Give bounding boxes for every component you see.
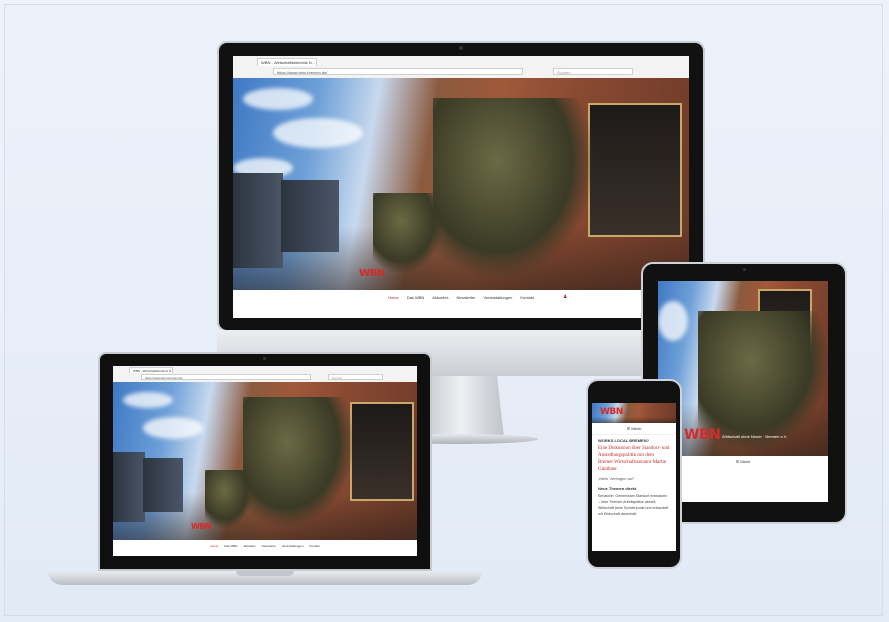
nav-item-veranstaltungen[interactable]: Veranstaltungen (282, 544, 304, 548)
url-bar[interactable]: https://www.wbn-bremen.de/ (141, 374, 311, 380)
browser-search-input[interactable]: Suchen (328, 374, 383, 380)
hero-image: WBN (233, 78, 689, 290)
brand-logo[interactable]: WBN (191, 522, 212, 531)
phone-screen: WBN ☰ Menü WORKS LOCAL BREMEN? Eine Disk… (592, 403, 676, 551)
camera-icon (743, 268, 746, 271)
user-icon[interactable]: ♟ (563, 294, 567, 300)
desktop-main-nav: Home Das WBN Aktuelles Newsletter Verans… (233, 290, 689, 304)
camera-icon (459, 46, 463, 50)
product-mockup-stage: WBN - Wirtschaftsbündnis N... https://ww… (0, 0, 889, 622)
phone-menu-button[interactable]: ☰ Menü (592, 423, 676, 435)
hero-image: WBN Wirtschaft ohne Neuer · Bremen e.V. (658, 281, 828, 456)
article-kicker: WORKS LOCAL BREMEN? (598, 438, 650, 443)
nav-item-newsletter[interactable]: Newsletter (262, 544, 276, 548)
laptop-browser-chrome: WBN - Wirtschaftsbündnis N... https://ww… (113, 366, 417, 383)
url-bar[interactable]: https://www.wbn-bremen.de/ (273, 68, 523, 75)
nav-item-kontakt[interactable]: Kontakt (310, 544, 320, 548)
tablet-menu-button[interactable]: ☰ Menü (658, 459, 828, 464)
laptop-main-nav: Home Das WBN Aktuelles Newsletter Verans… (113, 540, 417, 552)
camera-icon (263, 357, 266, 360)
laptop-notch (236, 571, 294, 576)
nav-item-das-wbn[interactable]: Das WBN (407, 295, 425, 300)
nav-item-newsletter[interactable]: Newsletter (457, 295, 476, 300)
nav-item-home[interactable]: Home (210, 544, 218, 548)
article-headline[interactable]: Eine Diskussion über Standort- und Ansie… (592, 445, 676, 473)
brand-tagline: Wirtschaft ohne Neuer · Bremen e.V. (722, 434, 788, 439)
article-subhead: Neue Themen direkt (598, 486, 637, 491)
browser-search-input[interactable]: Suchen (553, 68, 633, 75)
nav-item-aktuelles[interactable]: Aktuelles (432, 295, 448, 300)
article-quote: „Mehr Verfolgen an!“ (598, 476, 635, 481)
nav-item-home[interactable]: Home (388, 295, 399, 300)
laptop-screen: WBN - Wirtschaftsbündnis N... https://ww… (113, 366, 417, 556)
desktop-screen: WBN - Wirtschaftsbündnis N... https://ww… (233, 56, 689, 318)
brand-logo[interactable]: WBN (684, 427, 721, 443)
browser-tab[interactable]: WBN - Wirtschaftsbündnis N... (129, 367, 173, 373)
brand-logo[interactable]: WBN (600, 407, 623, 417)
nav-item-veranstaltungen[interactable]: Veranstaltungen (483, 295, 512, 300)
browser-tab[interactable]: WBN - Wirtschaftsbündnis N... (257, 58, 317, 66)
tablet-screen: WBN Wirtschaft ohne Neuer · Bremen e.V. … (658, 281, 828, 502)
brand-logo[interactable]: WBN (359, 268, 385, 279)
nav-item-kontakt[interactable]: Kontakt (520, 295, 534, 300)
nav-item-das-wbn[interactable]: Das WBN (224, 544, 237, 548)
hero-image: WBN (113, 382, 417, 540)
desktop-browser-chrome: WBN - Wirtschaftsbündnis N... https://ww… (233, 56, 689, 79)
phone-header-image: WBN (592, 403, 676, 423)
article-body: Senatorin: Gemeinsam Standort entwickeln… (598, 494, 669, 516)
nav-item-aktuelles[interactable]: Aktuelles (243, 544, 255, 548)
